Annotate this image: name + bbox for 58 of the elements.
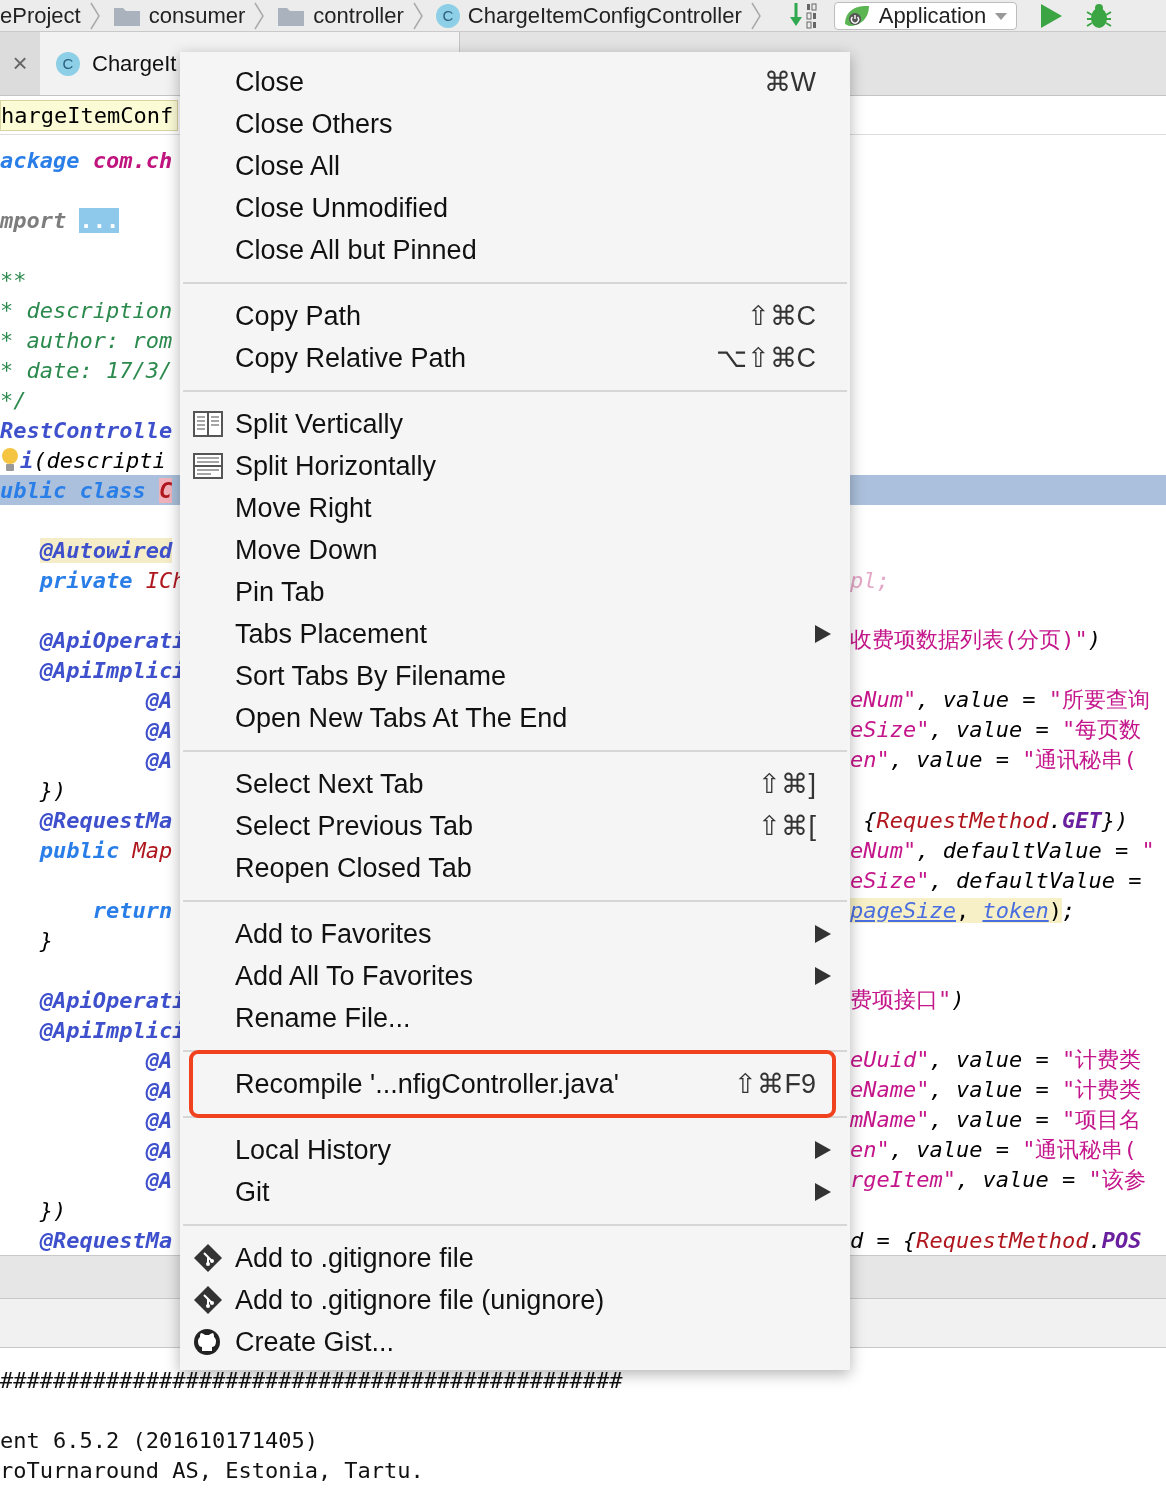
- code-text: eNum", value = "所要查询: [850, 687, 1151, 712]
- code-text: @RequestMa: [39, 1227, 174, 1253]
- class-icon: C: [56, 51, 80, 76]
- editor-breadcrumb: hargeItemConf: [0, 99, 179, 131]
- code-text: 收费项数据列表(分页)"): [850, 627, 1102, 652]
- code-text: @A: [145, 1047, 174, 1073]
- code-text: @ApiImplici: [39, 657, 187, 683]
- code-text: d = {RequestMethod.POS: [850, 1227, 1143, 1253]
- code-text: eSize", value = "每页数: [850, 717, 1143, 742]
- code-text: @A: [145, 1167, 174, 1193]
- code-text: eUuid", value = "计费类: [850, 1047, 1143, 1072]
- code-text: @ApiOperati: [39, 627, 187, 653]
- code-text: @ApiImplici: [39, 1017, 187, 1043]
- code-text: mport ...: [0, 207, 121, 233]
- console-line: ###############################################: [0, 1367, 624, 1395]
- code-text: en", value = "通讯秘串(: [850, 1137, 1138, 1162]
- code-text: @A: [145, 1137, 174, 1163]
- class-icon: C: [435, 3, 460, 28]
- code-text: }): [39, 1197, 68, 1223]
- code-text: ackage com.ch: [0, 147, 174, 173]
- shortcut-text: ⇧⌘C: [746, 300, 816, 332]
- code-text: rgeItem", value = "该参: [850, 1167, 1147, 1192]
- code-text: @A: [145, 717, 174, 743]
- code-text: }): [39, 777, 68, 803]
- code-text: pl;: [850, 567, 891, 593]
- shortcut-text: ⌘W: [763, 66, 816, 98]
- code-text: 费项接口"): [850, 987, 966, 1012]
- console-line: ent 6.5.2 (201610171405): [0, 1427, 319, 1455]
- code-text: * author: rom: [0, 327, 174, 353]
- shortcut-text: ⇧⌘F9: [734, 1068, 816, 1100]
- shortcut-text: ⇧⌘[: [758, 810, 816, 842]
- code-text: i(descripti: [20, 447, 167, 473]
- code-text: @A: [145, 747, 174, 773]
- code-text: @Autowired: [39, 537, 174, 563]
- code-text: * date: 17/3/: [0, 357, 174, 383]
- code-text: eName", value = "计费类: [850, 1077, 1143, 1102]
- code-text: ublic class C: [0, 477, 174, 503]
- code-text: **: [0, 267, 28, 293]
- code-text: mName", value = "项目名: [850, 1107, 1143, 1132]
- code-text: @A: [145, 687, 174, 713]
- code-text: eSize", defaultValue =: [850, 867, 1143, 893]
- code-text: @A: [145, 1107, 174, 1133]
- code-text: @RequestMa: [39, 807, 174, 833]
- code-text: */: [0, 387, 28, 413]
- code-text: }: [39, 927, 54, 953]
- code-text: RestControlle: [0, 417, 174, 443]
- code-text: pageSize, token);: [850, 897, 1077, 923]
- console-line: roTurnaround AS, Estonia, Tartu.: [0, 1457, 425, 1485]
- shortcut-text: ⌥⇧⌘C: [715, 342, 816, 374]
- shortcut-text: ⇧⌘]: [758, 768, 816, 800]
- code-text: en", value = "通讯秘串(: [850, 747, 1138, 772]
- code-text: * description: [0, 297, 174, 323]
- code-text: {RequestMethod.GET}): [862, 807, 1130, 833]
- code-text: public Map: [39, 837, 174, 863]
- code-text: @ApiOperati: [39, 987, 187, 1013]
- code-text: eNum", defaultValue = ": [850, 837, 1156, 863]
- code-text: @A: [145, 1077, 174, 1103]
- code-text: return: [92, 897, 174, 923]
